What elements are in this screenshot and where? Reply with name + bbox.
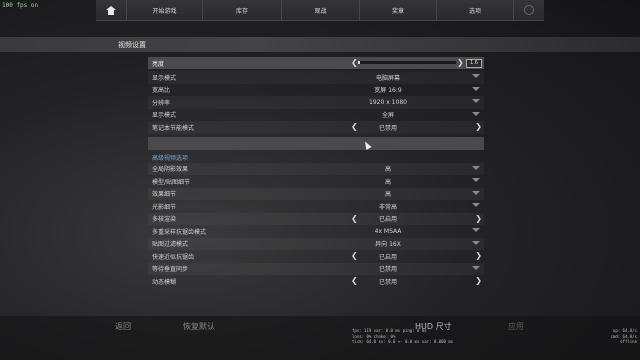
setting-value: 已启用 [378, 253, 397, 261]
setting-label: 光影细节 [152, 203, 177, 211]
setting-row[interactable]: 多重采样抗锯齿模式 4x MSAA [148, 225, 484, 238]
setting-row[interactable]: 快速近似抗锯齿 已启用 ❮ ❯ [148, 250, 484, 263]
setting-row[interactable]: 光影细节 非常高 [148, 200, 484, 213]
setting-value: 宽屏 16:9 [374, 87, 402, 95]
chevron-down-icon[interactable] [472, 240, 480, 245]
arrow-left-icon[interactable]: ❮ [351, 122, 358, 131]
arrow-right-icon[interactable]: ❯ [475, 251, 482, 260]
setting-label: 效果细节 [152, 191, 177, 199]
nav-options[interactable]: 选项 [437, 0, 515, 20]
setting-row[interactable]: 笔记本节能模式 已禁用 ❮ ❯ [148, 121, 484, 134]
net-line: tick: 64.0 sv: 0.0 +- 0.0 ms var: 0.000 … [352, 339, 454, 344]
brightness-slider-fill [358, 61, 360, 64]
nav-watch[interactable]: 观战 [282, 0, 361, 20]
chevron-down-icon[interactable] [472, 74, 480, 78]
chevron-down-icon[interactable] [472, 178, 480, 182]
setting-label: 快速近似抗锯齿 [152, 253, 195, 261]
brightness-row[interactable]: 亮度 ❮ ❯ 1.6 [148, 57, 484, 69]
video-settings-header: 视频设置 [0, 37, 640, 52]
setting-row[interactable]: 模型/贴图细节 高 [148, 175, 484, 188]
setting-label: 等待垂直同步 [152, 266, 189, 274]
setting-value: 1920 x 1080 [369, 98, 407, 106]
setting-value: 异向 16X [375, 241, 401, 249]
nav-inventory[interactable]: 库存 [203, 0, 282, 20]
setting-row[interactable]: 显示模式 全屏 [148, 109, 484, 122]
setting-row[interactable]: 多核渲染 已启用 ❮ ❯ [148, 212, 484, 225]
setting-label: 显示模式 [152, 74, 177, 82]
net-line: offline [620, 339, 637, 344]
gear-icon [524, 5, 535, 15]
brightness-label: 亮度 [152, 60, 165, 68]
apply-button[interactable]: 应用 [508, 321, 524, 332]
fps-counter: 100 fps on [2, 2, 39, 9]
arrow-left-icon[interactable]: ❮ [351, 251, 358, 260]
setting-label: 模型/贴图细节 [152, 178, 191, 186]
setting-value: 高 [384, 166, 391, 174]
setting-value: 高 [384, 178, 391, 186]
setting-value: 全屏 [381, 112, 394, 120]
setting-row[interactable]: 效果细节 高 [148, 187, 484, 200]
setting-value: 已禁用 [378, 278, 397, 286]
setting-value: 已启用 [378, 216, 397, 224]
setting-value: 已禁用 [378, 124, 397, 132]
home-icon [105, 5, 116, 15]
settings-button[interactable] [514, 0, 544, 20]
setting-row[interactable]: 贴图过滤模式 异向 16X [148, 237, 484, 250]
blank-row [148, 136, 484, 150]
setting-label: 多核渲染 [152, 216, 177, 224]
brightness-increase[interactable]: ❯ [457, 58, 464, 67]
setting-label: 显示模式 [152, 112, 177, 120]
setting-row[interactable]: 等待垂直同步 已禁用 [148, 262, 484, 275]
netgraph-left: fps: 119 var: 0.0 ms ping: 0 ms loss: 0%… [352, 328, 453, 345]
brightness-value: 1.6 [466, 59, 482, 68]
setting-label: 动态模糊 [152, 278, 177, 286]
section-title: 视频设置 [118, 41, 146, 49]
top-navigation: 开始游戏 库存 观战 奖章 选项 [96, 0, 544, 21]
setting-label: 笔记本节能模式 [152, 124, 195, 132]
setting-value: 高 [384, 191, 391, 199]
setting-row[interactable]: 宽高比 宽屏 16:9 [148, 84, 484, 97]
chevron-down-icon[interactable] [472, 111, 480, 116]
arrow-right-icon[interactable]: ❯ [475, 122, 482, 131]
arrow-right-icon[interactable]: ❯ [475, 276, 482, 285]
settings-panel: 亮度 ❮ ❯ 1.6 显示模式 电脑屏幕宽高比 宽屏 16:9 分辨率 1920 x 1… [148, 57, 484, 288]
setting-value: 电脑屏幕 [375, 74, 400, 82]
home-button[interactable] [96, 0, 127, 20]
setting-row[interactable]: 全局阴影效果 高 [148, 162, 484, 175]
net-line: up: 64.0/s [612, 328, 637, 333]
chevron-down-icon[interactable] [472, 99, 480, 103]
chevron-down-icon[interactable] [472, 165, 480, 170]
setting-label: 分辨率 [152, 99, 171, 107]
chevron-down-icon[interactable] [472, 265, 480, 270]
reset-defaults-button[interactable]: 恢复默认 [183, 321, 215, 332]
arrow-left-icon[interactable]: ❮ [351, 276, 358, 285]
setting-label: 全局阴影效果 [152, 166, 189, 174]
setting-label: 宽高比 [152, 87, 171, 95]
chevron-down-icon[interactable] [472, 203, 480, 207]
netgraph-right: up: 64.0/s cmd: 64.0/s offline [611, 328, 638, 345]
footer-bar: 返回 恢复默认 HUD 尺寸 应用 fps: 119 var: 0.0 ms p… [0, 316, 640, 360]
chevron-down-icon[interactable] [472, 86, 480, 91]
setting-label: 贴图过滤模式 [152, 241, 189, 249]
brightness-decrease[interactable]: ❮ [351, 58, 358, 67]
setting-row[interactable]: 分辨率 1920 x 1080 [148, 96, 484, 109]
chevron-down-icon[interactable] [472, 228, 480, 232]
chevron-down-icon[interactable] [472, 190, 480, 195]
setting-value: 已禁用 [378, 266, 397, 274]
arrow-left-icon[interactable]: ❮ [351, 214, 358, 223]
setting-value: 4x MSAA [374, 227, 402, 235]
setting-row[interactable]: 显示模式 电脑屏幕 [148, 71, 484, 84]
setting-label: 多重采样抗锯齿模式 [152, 228, 207, 236]
advanced-header: 高级视频选项 [152, 154, 189, 162]
back-button[interactable]: 返回 [115, 321, 131, 332]
nav-awards[interactable]: 奖章 [360, 0, 437, 20]
setting-value: 非常高 [378, 203, 397, 211]
setting-row[interactable]: 动态模糊 已禁用 ❮ ❯ [148, 275, 484, 288]
brightness-slider[interactable] [358, 61, 456, 64]
nav-play[interactable]: 开始游戏 [127, 0, 204, 20]
arrow-right-icon[interactable]: ❯ [475, 214, 482, 223]
